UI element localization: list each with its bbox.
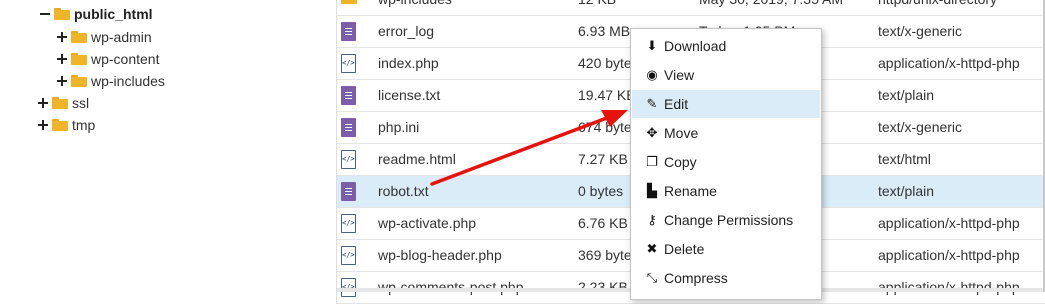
folder-icon <box>52 119 68 131</box>
file-type: text/html <box>878 151 931 167</box>
tree-item-label: ssl <box>72 95 90 111</box>
file-size: 369 byte <box>578 247 632 263</box>
tree-item-wp-content[interactable]: wp-content <box>57 49 159 69</box>
menu-item-label: Download <box>664 38 727 54</box>
expand-icon[interactable] <box>57 76 67 86</box>
folder-icon <box>71 53 87 65</box>
collapse-icon[interactable] <box>40 9 50 19</box>
menu-item-download[interactable]: ⬇ Download <box>632 32 820 60</box>
file-name: wp-activate.php <box>378 215 477 231</box>
file-icon: ▙ <box>647 183 657 199</box>
file-size: 19.47 KB <box>578 87 636 103</box>
code-file-icon <box>341 246 356 265</box>
file-type: application/x-httpd-php <box>878 215 1020 231</box>
tree-item-public-html[interactable]: public_html <box>40 4 153 24</box>
file-name: wp-includes <box>378 0 452 15</box>
menu-item-label: Copy <box>664 154 697 170</box>
menu-item-label: Compress <box>664 270 728 286</box>
menu-item-label: Change Permissions <box>664 212 794 228</box>
file-type: text/plain <box>878 87 935 103</box>
text-file-icon <box>341 86 356 105</box>
key-icon: ⚷ <box>647 212 657 228</box>
menu-item-rename[interactable]: ▙ Rename <box>632 177 820 205</box>
menu-item-copy[interactable]: ❐ Copy <box>632 148 820 176</box>
tree-item-label: wp-content <box>91 51 160 67</box>
file-type: application/x-httpd-php <box>878 247 1020 263</box>
menu-item-move[interactable]: ✥ Move <box>632 119 820 147</box>
code-file-icon <box>341 214 356 233</box>
file-size: 12 KB <box>578 0 616 15</box>
menu-item-label: Delete <box>664 241 705 257</box>
file-type: text/x-generic <box>878 119 963 135</box>
text-file-icon <box>341 182 356 201</box>
context-menu: ⬇ Download ◉ View ✎ Edit ✥ Move ❐ Copy ▙… <box>630 28 822 300</box>
expand-icon[interactable] <box>57 32 67 42</box>
expand-icon[interactable] <box>57 54 67 64</box>
file-name: wp-blog-header.php <box>378 247 502 263</box>
eye-icon: ◉ <box>646 67 658 83</box>
file-type: httpd/unix-directory <box>878 0 997 15</box>
folder-icon <box>71 31 87 43</box>
menu-item-change-permissions[interactable]: ⚷ Change Permissions <box>632 206 820 234</box>
file-size: 0 bytes <box>578 183 624 199</box>
file-name: license.txt <box>378 87 441 103</box>
file-size: 420 byte <box>578 55 632 71</box>
expand-icon[interactable] <box>38 98 48 108</box>
file-size: 6.76 KB <box>578 215 628 231</box>
file-size: 674 byte <box>578 119 632 135</box>
folder-icon <box>54 8 70 20</box>
folder-icon <box>71 75 87 87</box>
tree-item-label: wp-includes <box>91 73 165 89</box>
text-file-icon <box>341 118 356 137</box>
file-size: 7.27 KB <box>578 151 628 167</box>
menu-item-label: Edit <box>664 96 689 112</box>
table-row[interactable]: wp-includes 12 KB May 30, 2019, 7:35 AM … <box>337 0 1045 16</box>
menu-item-edit[interactable]: ✎ Edit <box>632 90 820 118</box>
code-file-icon <box>341 150 356 169</box>
text-file-icon <box>341 22 356 41</box>
tree-item-wp-admin[interactable]: wp-admin <box>57 27 152 47</box>
folder-tree: public_html wp-admin wp-content wp-inclu… <box>0 0 336 292</box>
file-name: error_log <box>378 23 435 39</box>
compress-icon: ⤡ <box>646 270 658 286</box>
delete-icon: ✖ <box>646 241 658 257</box>
move-icon: ✥ <box>646 125 658 141</box>
file-type: text/x-generic <box>878 23 963 39</box>
pencil-icon: ✎ <box>646 96 658 112</box>
expand-icon[interactable] <box>38 120 48 130</box>
folder-icon <box>341 0 357 4</box>
code-file-icon <box>341 54 356 73</box>
file-type: application/x-httpd-php <box>878 55 1020 71</box>
tree-item-tmp[interactable]: tmp <box>38 115 95 135</box>
file-date: May 30, 2019, 7:35 AM <box>699 0 843 15</box>
tree-item-ssl[interactable]: ssl <box>38 93 89 113</box>
menu-item-delete[interactable]: ✖ Delete <box>632 235 820 263</box>
menu-item-label: Rename <box>664 183 717 199</box>
file-name: robot.txt <box>378 183 429 199</box>
file-name: index.php <box>378 55 439 71</box>
file-size: 6.93 MB <box>578 23 631 39</box>
tree-item-wp-includes[interactable]: wp-includes <box>57 71 165 91</box>
file-name: readme.html <box>378 151 456 167</box>
tree-item-label: tmp <box>72 117 96 133</box>
copy-icon: ❐ <box>646 154 658 170</box>
menu-item-label: View <box>664 67 695 83</box>
file-type: text/plain <box>878 183 935 199</box>
tree-item-label: wp-admin <box>91 29 152 45</box>
menu-item-view[interactable]: ◉ View <box>632 61 820 89</box>
download-icon: ⬇ <box>646 38 658 54</box>
folder-icon <box>52 97 68 109</box>
file-name: php.ini <box>378 119 420 135</box>
menu-item-label: Move <box>664 125 699 141</box>
menu-item-compress[interactable]: ⤡ Compress <box>632 264 820 292</box>
tree-item-label: public_html <box>74 6 153 22</box>
